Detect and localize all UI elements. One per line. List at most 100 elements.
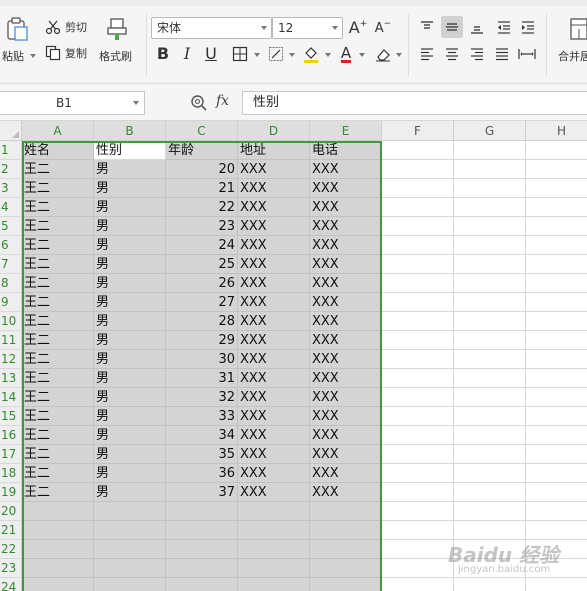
row-header[interactable]: 11 [0, 331, 22, 350]
table-cell[interactable] [526, 179, 587, 198]
table-cell[interactable]: XXX [310, 445, 382, 464]
column-header-e[interactable]: E [310, 121, 382, 141]
column-header-a[interactable]: A [22, 121, 94, 141]
table-cell[interactable]: 男 [94, 426, 166, 445]
row-header[interactable]: 18 [0, 464, 22, 483]
insert-function-button[interactable]: fx [216, 93, 229, 109]
table-cell[interactable]: XXX [310, 407, 382, 426]
table-cell[interactable] [382, 578, 454, 591]
table-cell[interactable] [22, 559, 94, 578]
table-cell[interactable]: 35 [166, 445, 238, 464]
row-header[interactable]: 14 [0, 388, 22, 407]
column-header-b[interactable]: B [94, 121, 166, 141]
table-cell[interactable] [382, 141, 454, 160]
merge-center-button[interactable]: 合并居 [558, 48, 587, 64]
table-cell[interactable] [382, 350, 454, 369]
table-cell[interactable] [310, 540, 382, 559]
table-cell[interactable] [382, 236, 454, 255]
table-cell[interactable] [454, 445, 526, 464]
fill-style-dropdown-icon[interactable] [289, 53, 295, 57]
table-cell[interactable]: XXX [238, 236, 310, 255]
row-header[interactable]: 21 [0, 521, 22, 540]
column-header-g[interactable]: G [454, 121, 526, 141]
format-painter-button[interactable]: 格式刷 [99, 48, 132, 64]
spreadsheet-grid[interactable]: A B C D E F G H 1 姓名 性别 年龄 地址 电话 2 王二男 20 XXX XXX 3 王二男 21 XXX… [0, 121, 587, 591]
table-cell[interactable]: 34 [166, 426, 238, 445]
table-cell[interactable]: XXX [310, 312, 382, 331]
bold-button[interactable]: B [152, 43, 174, 65]
table-cell[interactable] [454, 331, 526, 350]
table-cell[interactable] [526, 312, 587, 331]
table-cell[interactable]: 王二 [22, 483, 94, 502]
row-header[interactable]: 22 [0, 540, 22, 559]
table-cell[interactable] [382, 293, 454, 312]
table-cell[interactable] [526, 141, 587, 160]
table-cell[interactable] [238, 559, 310, 578]
table-cell[interactable]: XXX [238, 179, 310, 198]
table-cell[interactable] [454, 198, 526, 217]
table-cell[interactable]: 25 [166, 255, 238, 274]
table-cell[interactable] [526, 578, 587, 591]
table-cell[interactable]: XXX [238, 369, 310, 388]
table-cell[interactable]: 王二 [22, 179, 94, 198]
row-header[interactable]: 23 [0, 559, 22, 578]
table-cell[interactable] [166, 540, 238, 559]
table-cell[interactable]: XXX [238, 293, 310, 312]
row-header[interactable]: 13 [0, 369, 22, 388]
table-cell[interactable] [454, 217, 526, 236]
row-header[interactable]: 15 [0, 407, 22, 426]
table-cell[interactable] [454, 502, 526, 521]
font-size-select[interactable]: 12 [272, 17, 343, 39]
align-center-button[interactable] [441, 43, 463, 65]
table-cell[interactable] [94, 502, 166, 521]
table-cell[interactable]: 男 [94, 236, 166, 255]
table-cell[interactable]: XXX [310, 198, 382, 217]
column-header-c[interactable]: C [166, 121, 238, 141]
table-cell[interactable]: 王二 [22, 160, 94, 179]
table-cell[interactable]: 男 [94, 198, 166, 217]
table-cell[interactable] [94, 559, 166, 578]
table-cell[interactable]: 王二 [22, 293, 94, 312]
table-cell[interactable] [382, 312, 454, 331]
paste-dropdown-icon[interactable] [30, 54, 36, 58]
table-cell[interactable]: 30 [166, 350, 238, 369]
table-cell[interactable] [454, 407, 526, 426]
table-cell[interactable] [526, 445, 587, 464]
row-header[interactable]: 20 [0, 502, 22, 521]
table-cell[interactable]: 男 [94, 331, 166, 350]
table-cell[interactable]: 王二 [22, 331, 94, 350]
row-header[interactable]: 3 [0, 179, 22, 198]
table-cell[interactable] [382, 217, 454, 236]
table-cell[interactable] [526, 483, 587, 502]
active-cell[interactable]: 性别 [94, 141, 166, 160]
table-cell[interactable]: 26 [166, 274, 238, 293]
row-header[interactable]: 12 [0, 350, 22, 369]
table-cell[interactable]: 33 [166, 407, 238, 426]
table-cell[interactable] [22, 502, 94, 521]
table-cell[interactable] [382, 179, 454, 198]
row-header[interactable]: 24 [0, 578, 22, 591]
name-box-dropdown-icon[interactable] [133, 101, 139, 105]
table-cell[interactable] [526, 559, 587, 578]
table-cell[interactable] [382, 255, 454, 274]
row-header[interactable]: 8 [0, 274, 22, 293]
table-cell[interactable] [22, 521, 94, 540]
table-cell[interactable] [382, 521, 454, 540]
table-cell[interactable]: 31 [166, 369, 238, 388]
row-header[interactable]: 17 [0, 445, 22, 464]
increase-indent-button[interactable] [517, 16, 539, 38]
table-cell[interactable] [454, 464, 526, 483]
table-cell[interactable] [526, 540, 587, 559]
zoom-search-icon[interactable] [190, 94, 208, 115]
table-cell[interactable]: 20 [166, 160, 238, 179]
table-cell[interactable]: 王二 [22, 217, 94, 236]
table-cell[interactable] [526, 331, 587, 350]
table-cell[interactable] [166, 578, 238, 591]
table-cell[interactable]: 王二 [22, 388, 94, 407]
table-cell[interactable] [526, 274, 587, 293]
table-cell[interactable]: 地址 [238, 141, 310, 160]
table-cell[interactable] [454, 426, 526, 445]
table-cell[interactable] [454, 236, 526, 255]
table-cell[interactable]: 王二 [22, 426, 94, 445]
table-cell[interactable]: XXX [310, 388, 382, 407]
